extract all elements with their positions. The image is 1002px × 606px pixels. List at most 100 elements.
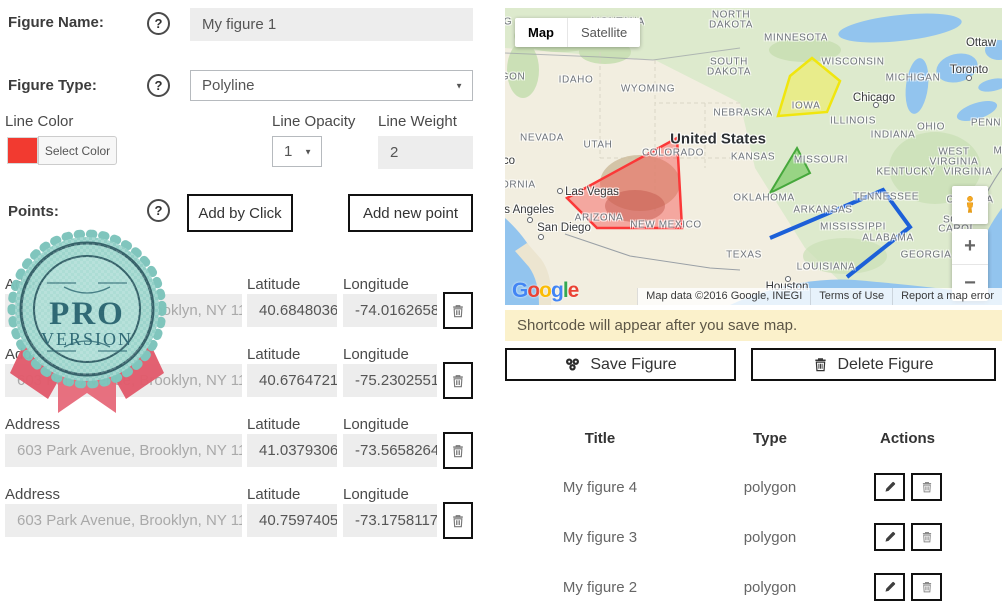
figure-type-label: Figure Type: [8, 77, 97, 94]
line-color-swatch[interactable] [7, 137, 38, 164]
red-polygon[interactable] [567, 138, 682, 228]
table-header-actions: Actions [855, 430, 960, 447]
longitude-header: Longitude [343, 346, 409, 363]
delete-figure-label: Delete Figure [837, 356, 933, 374]
edit-figure-button[interactable] [874, 473, 905, 501]
google-map[interactable]: NGMONTANANORTHDAKOTAMINNESOTASOUTHDAKOTA… [505, 8, 1002, 305]
longitude-input[interactable]: -74.01626586 [343, 294, 437, 327]
figure-name-label: Figure Name: [8, 14, 104, 31]
map-type-satellite-button[interactable]: Satellite [567, 18, 640, 47]
trash-icon [921, 581, 933, 593]
delete-figure-button[interactable]: Delete Figure [751, 348, 996, 381]
latitude-input[interactable]: 41.03793062 [247, 434, 337, 467]
trash-icon [813, 357, 828, 372]
google-logo-letter: o [539, 279, 551, 302]
delete-figure-row-button[interactable] [911, 573, 942, 601]
zoom-in-button[interactable]: + [952, 229, 988, 265]
help-icon[interactable]: ? [147, 199, 170, 222]
add-by-click-button[interactable]: Add by Click [187, 194, 293, 232]
delete-point-button[interactable] [443, 362, 473, 399]
figure-title: My figure 2 [540, 579, 660, 596]
report-map-error-link[interactable]: Report a map error [892, 288, 1002, 305]
delete-point-button[interactable] [443, 432, 473, 469]
edit-figure-button[interactable] [874, 573, 905, 601]
save-icon [564, 357, 581, 372]
add-new-point-button[interactable]: Add new point [348, 194, 473, 232]
delete-point-button[interactable] [443, 292, 473, 329]
address-header: Address [5, 486, 60, 503]
figure-type: polygon [720, 579, 820, 596]
table-header-title: Title [540, 430, 660, 447]
latitude-header: Latitude [247, 486, 300, 503]
delete-point-button[interactable] [443, 502, 473, 539]
map-figures [505, 8, 1002, 305]
map-type-control: Map Satellite [515, 18, 640, 47]
longitude-input[interactable]: -75.23025512 [343, 364, 437, 397]
line-weight-label: Line Weight [378, 113, 457, 130]
chevron-down-icon: ▼ [455, 71, 463, 100]
google-logo-letter: G [512, 279, 527, 302]
line-opacity-value: 1 [284, 143, 292, 160]
figure-type-select[interactable]: Polyline ▼ [190, 70, 473, 101]
google-logo-letter: o [527, 279, 539, 302]
address-input[interactable]: 603 Park Avenue, Brooklyn, NY 112 [5, 364, 242, 397]
address-input[interactable]: 603 Park Avenue, Brooklyn, NY 112 [5, 294, 242, 327]
address-input[interactable]: 603 Park Avenue, Brooklyn, NY 112 [5, 434, 242, 467]
pegman-icon [960, 192, 980, 218]
help-icon[interactable]: ? [147, 74, 170, 97]
google-logo: Google [512, 279, 578, 303]
figure-type: polygon [720, 479, 820, 496]
google-logo-letter: g [551, 279, 563, 302]
figure-title: My figure 4 [540, 479, 660, 496]
latitude-input[interactable]: 40.67647212 [247, 364, 337, 397]
figure-type: polygon [720, 529, 820, 546]
table-header-type: Type [720, 430, 820, 447]
terms-of-use-link[interactable]: Terms of Use [810, 288, 892, 305]
save-figure-button[interactable]: Save Figure [505, 348, 736, 381]
pencil-icon [884, 581, 896, 593]
longitude-header: Longitude [343, 486, 409, 503]
pencil-icon [884, 531, 896, 543]
delete-figure-row-button[interactable] [911, 523, 942, 551]
blue-polyline[interactable] [770, 190, 910, 277]
points-label: Points: [8, 203, 59, 220]
delete-figure-row-button[interactable] [911, 473, 942, 501]
yellow-polygon[interactable] [778, 58, 840, 116]
map-attribution: Map data ©2016 Google, INEGI Terms of Us… [637, 288, 1002, 305]
pegman-button[interactable] [952, 186, 988, 224]
latitude-input[interactable]: 40.68480366 [247, 294, 337, 327]
address-header: Address [5, 346, 60, 363]
edit-figure-button[interactable] [874, 523, 905, 551]
longitude-header: Longitude [343, 276, 409, 293]
longitude-input[interactable]: -73.17581176 [343, 504, 437, 537]
map-type-map-button[interactable]: Map [515, 18, 567, 47]
figure-title: My figure 3 [540, 529, 660, 546]
address-input[interactable]: 603 Park Avenue, Brooklyn, NY 112 [5, 504, 242, 537]
latitude-header: Latitude [247, 416, 300, 433]
latitude-header: Latitude [247, 276, 300, 293]
line-color-label: Line Color [5, 113, 73, 130]
trash-icon [921, 481, 933, 493]
google-logo-letter: e [568, 279, 579, 302]
shortcode-notice: Shortcode will appear after you save map… [505, 310, 1002, 341]
figure-type-value: Polyline [202, 77, 255, 94]
select-color-button[interactable]: Select Color [38, 136, 117, 165]
figure-name-input[interactable]: My figure 1 [190, 8, 473, 41]
pencil-icon [884, 481, 896, 493]
latitude-header: Latitude [247, 346, 300, 363]
address-header: Address [5, 276, 60, 293]
line-opacity-select[interactable]: 1 ▼ [272, 136, 322, 167]
save-figure-label: Save Figure [590, 356, 676, 374]
address-header: Address [5, 416, 60, 433]
chevron-down-icon: ▼ [304, 137, 312, 166]
longitude-input[interactable]: -73.56582641 [343, 434, 437, 467]
trash-icon [921, 531, 933, 543]
help-icon[interactable]: ? [147, 12, 170, 35]
figure-editor-page: Figure Name: ? My figure 1 Figure Type: … [0, 0, 1002, 606]
latitude-input[interactable]: 40.75974059 [247, 504, 337, 537]
line-opacity-label: Line Opacity [272, 113, 355, 130]
map-data-text: Map data ©2016 Google, INEGI [637, 288, 810, 305]
line-weight-input[interactable]: 2 [378, 136, 473, 169]
longitude-header: Longitude [343, 416, 409, 433]
green-polygon[interactable] [770, 148, 810, 193]
